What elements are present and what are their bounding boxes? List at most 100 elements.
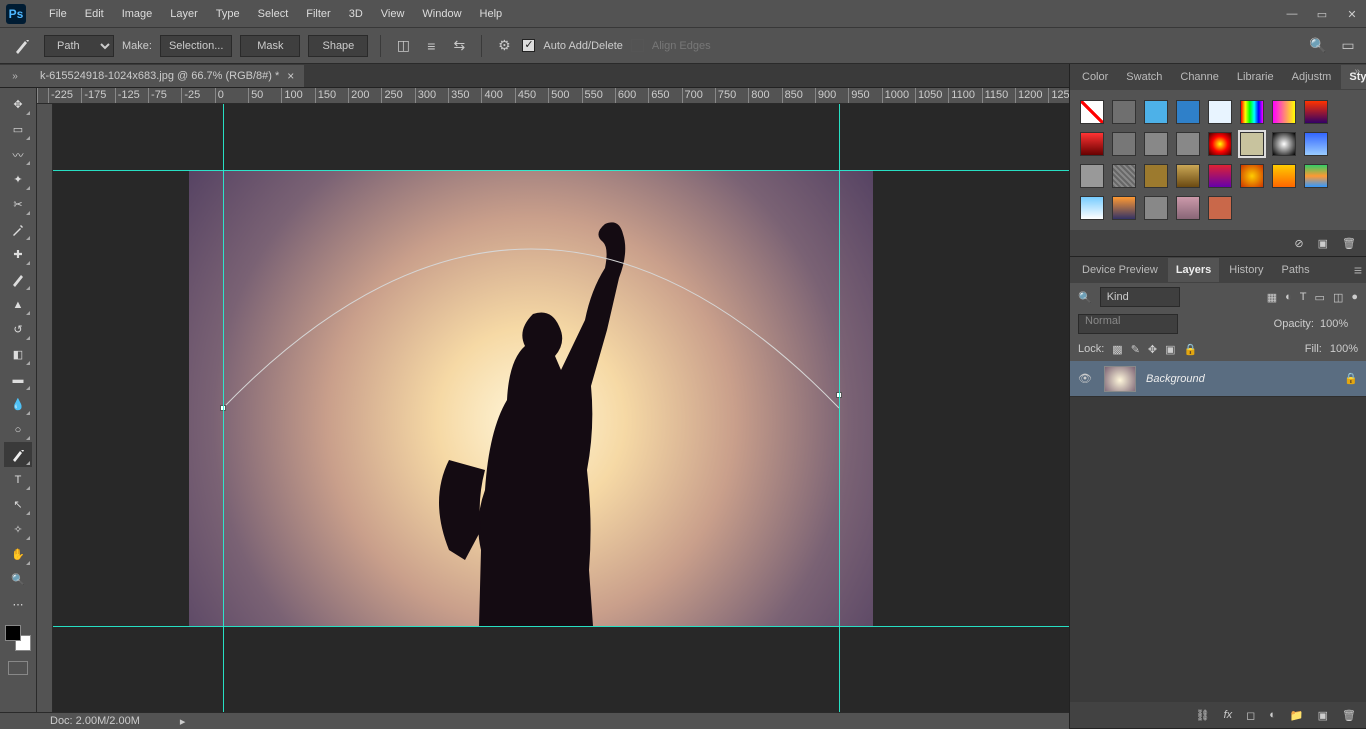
lock-all-icon[interactable]: 🔒 (1184, 343, 1198, 356)
style-preset[interactable] (1144, 132, 1168, 156)
auto-add-delete-checkbox[interactable] (522, 39, 535, 52)
zoom-tool[interactable]: 🔍 (4, 567, 32, 592)
style-preset[interactable] (1240, 100, 1264, 124)
lock-transparency-icon[interactable]: ▩ (1112, 343, 1122, 356)
style-preset[interactable] (1272, 132, 1296, 156)
layer-mask-icon[interactable]: ◻ (1246, 709, 1255, 722)
tab-device-preview[interactable]: Device Preview (1074, 258, 1166, 282)
adjustment-layer-icon[interactable]: ◐ (1269, 709, 1276, 721)
tabstrip-expand-icon[interactable]: » (0, 65, 30, 87)
fg-bg-colors[interactable] (3, 623, 33, 653)
menu-file[interactable]: File (40, 0, 76, 28)
guide-vertical[interactable] (839, 104, 840, 712)
menu-select[interactable]: Select (249, 0, 298, 28)
style-preset[interactable] (1080, 196, 1104, 220)
document-canvas[interactable] (189, 170, 873, 626)
panel-menu-icon[interactable]: ≡ (1354, 262, 1362, 278)
filter-shape-icon[interactable]: ▭ (1315, 291, 1325, 304)
move-tool[interactable]: ✥ (4, 92, 32, 117)
tab-paths[interactable]: Paths (1274, 258, 1318, 282)
make-selection-button[interactable]: Selection... (160, 35, 232, 57)
eyedropper-tool[interactable] (4, 217, 32, 242)
path-ops-icon[interactable]: ◫ (393, 36, 413, 56)
lock-position-icon[interactable]: ✥ (1148, 343, 1157, 356)
ruler-horizontal[interactable]: -225 -175 -125 -75 -25 0 50 100 150 200 … (37, 88, 1069, 104)
filter-adjust-icon[interactable]: ◐ (1285, 291, 1292, 304)
gear-icon[interactable]: ⚙ (494, 36, 514, 56)
blend-mode-select[interactable]: Normal (1078, 314, 1178, 334)
style-preset[interactable] (1176, 100, 1200, 124)
dodge-tool[interactable]: ○ (4, 417, 32, 442)
style-preset[interactable] (1112, 132, 1136, 156)
tab-history[interactable]: History (1221, 258, 1271, 282)
gradient-tool[interactable]: ▬ (4, 367, 32, 392)
path-arrange-icon[interactable]: ⇆ (449, 36, 469, 56)
canvas-area[interactable] (53, 104, 1069, 712)
filter-toggle-icon[interactable]: ● (1351, 291, 1358, 304)
style-preset[interactable] (1080, 164, 1104, 188)
filter-smart-icon[interactable]: ◫ (1333, 291, 1343, 304)
marquee-tool[interactable]: ▭ (4, 117, 32, 142)
menu-type[interactable]: Type (207, 0, 249, 28)
layer-kind-select[interactable] (1100, 287, 1180, 307)
guide-vertical[interactable] (223, 104, 224, 712)
style-preset[interactable] (1240, 132, 1264, 156)
layer-thumbnail[interactable] (1104, 366, 1136, 392)
pen-tool[interactable] (4, 442, 32, 467)
current-tool-pen-icon[interactable] (8, 32, 36, 60)
tab-color[interactable]: Color (1074, 65, 1116, 89)
tab-adjustments[interactable]: Adjustm (1284, 65, 1340, 89)
style-preset[interactable] (1208, 132, 1232, 156)
style-preset[interactable] (1176, 164, 1200, 188)
lock-artboard-icon[interactable]: ▣ (1165, 343, 1175, 356)
stamp-tool[interactable]: ▲ (4, 292, 32, 317)
filter-pixel-icon[interactable]: ▦ (1267, 291, 1277, 304)
window-restore-icon[interactable]: ▭ (1314, 8, 1330, 21)
menu-help[interactable]: Help (471, 0, 512, 28)
fill-value[interactable]: 100% (1330, 343, 1358, 355)
status-menu-icon[interactable]: ▸ (180, 715, 186, 728)
document-tab-close-icon[interactable]: × (287, 69, 294, 83)
new-layer-icon[interactable]: ▣ (1318, 709, 1328, 722)
hand-tool[interactable]: ✋ (4, 542, 32, 567)
style-preset[interactable] (1112, 196, 1136, 220)
brush-tool[interactable] (4, 267, 32, 292)
window-minimize-icon[interactable]: — (1284, 8, 1300, 20)
menu-edit[interactable]: Edit (76, 0, 113, 28)
style-preset[interactable] (1112, 100, 1136, 124)
layer-name[interactable]: Background (1146, 373, 1205, 385)
style-preset[interactable] (1208, 100, 1232, 124)
search-icon[interactable]: 🔍 (1308, 36, 1328, 56)
layer-lock-icon[interactable]: 🔒 (1344, 372, 1358, 385)
style-preset[interactable] (1208, 164, 1232, 188)
clear-style-icon[interactable]: ⊘ (1294, 237, 1303, 250)
menu-filter[interactable]: Filter (297, 0, 339, 28)
toolbox-edit-icon[interactable]: ⋯ (4, 592, 32, 617)
new-style-icon[interactable]: ▣ (1318, 237, 1328, 250)
tool-mode-select[interactable]: Path (44, 35, 114, 57)
style-none[interactable] (1080, 100, 1104, 124)
blur-tool[interactable]: 💧 (4, 392, 32, 417)
style-preset[interactable] (1272, 164, 1296, 188)
layer-visibility-icon[interactable]: 👁 (1078, 372, 1094, 385)
ruler-vertical[interactable] (37, 104, 53, 712)
healing-tool[interactable]: ✚ (4, 242, 32, 267)
tab-channels[interactable]: Channe (1172, 65, 1227, 89)
doc-size[interactable]: Doc: 2.00M/2.00M (50, 715, 140, 727)
menu-layer[interactable]: Layer (161, 0, 207, 28)
menu-image[interactable]: Image (113, 0, 162, 28)
crop-tool[interactable]: ✂ (4, 192, 32, 217)
guide-horizontal[interactable] (53, 626, 1069, 627)
document-tab[interactable]: k-615524918-1024x683.jpg @ 66.7% (RGB/8#… (30, 65, 304, 87)
shape-tool[interactable]: ✧ (4, 517, 32, 542)
style-preset[interactable] (1144, 196, 1168, 220)
screen-mode-icon[interactable]: ▭ (1338, 36, 1358, 56)
type-tool[interactable]: T (4, 467, 32, 492)
history-brush-tool[interactable]: ↺ (4, 317, 32, 342)
menu-3d[interactable]: 3D (340, 0, 372, 28)
tab-layers[interactable]: Layers (1168, 258, 1219, 282)
style-preset[interactable] (1176, 196, 1200, 220)
delete-layer-icon[interactable]: 🗑 (1342, 709, 1356, 722)
style-preset[interactable] (1144, 164, 1168, 188)
style-preset[interactable] (1144, 100, 1168, 124)
